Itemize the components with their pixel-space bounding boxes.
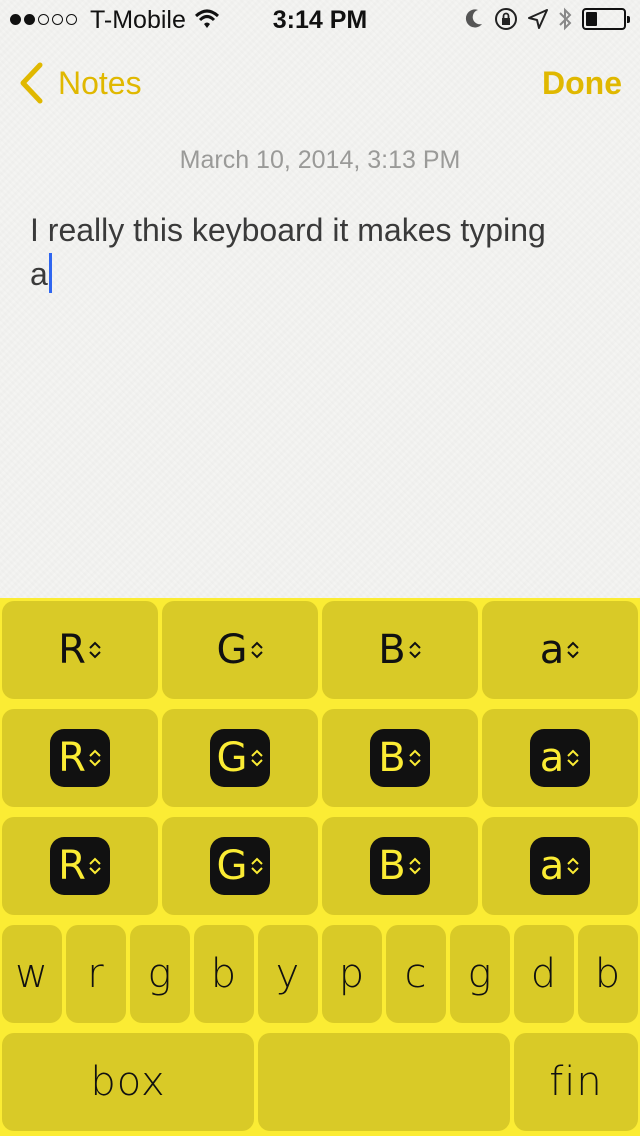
box-key[interactable]: box <box>2 1033 254 1131</box>
key-text-blue-channel[interactable]: B <box>322 709 478 807</box>
letter-key[interactable]: d <box>514 925 574 1023</box>
channel-letter: R <box>58 627 86 673</box>
box-key-label: box <box>90 1059 166 1105</box>
letter-key-label: r <box>87 951 105 997</box>
key-blue-channel[interactable]: B <box>322 601 478 699</box>
key-bg-green-channel[interactable]: G <box>162 817 318 915</box>
channel-pill: G <box>210 837 270 895</box>
channel-letter: G <box>216 627 248 673</box>
text-cursor <box>48 253 52 293</box>
letter-key[interactable]: c <box>386 925 446 1023</box>
fin-key[interactable]: fin <box>514 1033 638 1131</box>
green-channel-label: G <box>217 843 264 889</box>
note-date: March 10, 2014, 3:13 PM <box>179 146 461 174</box>
up-down-arrows-icon <box>566 749 580 767</box>
letter-key-label: y <box>275 951 301 997</box>
channel-pill: R <box>50 729 110 787</box>
fin-key-label: fin <box>549 1059 603 1105</box>
letter-key-label: w <box>15 951 49 997</box>
blue-channel-label: B <box>378 735 421 781</box>
key-bg-red-channel[interactable]: R <box>2 817 158 915</box>
letter-key-label: d <box>530 951 558 997</box>
up-down-arrows-icon <box>250 749 264 767</box>
location-icon <box>528 9 548 29</box>
chevron-left-icon <box>20 62 43 104</box>
channel-pill: a <box>530 837 590 895</box>
letter-key[interactable]: b <box>578 925 638 1023</box>
moon-icon <box>465 9 482 28</box>
channel-letter: a <box>539 735 565 781</box>
channel-pill: R <box>50 837 110 895</box>
key-bg-blue-channel[interactable]: B <box>322 817 478 915</box>
alpha-channel-label: a <box>540 843 581 889</box>
up-down-arrows-icon <box>408 749 422 767</box>
up-down-arrows-icon <box>250 857 264 875</box>
battery-icon <box>582 8 630 30</box>
done-button[interactable]: Done <box>542 65 622 102</box>
back-to-notes-button[interactable]: Notes <box>18 62 142 104</box>
up-down-arrows-icon <box>408 641 422 659</box>
key-text-alpha-channel[interactable]: a <box>482 709 638 807</box>
space-key[interactable] <box>258 1033 510 1131</box>
key-text-green-channel[interactable]: G <box>162 709 318 807</box>
up-down-arrows-icon <box>566 857 580 875</box>
up-down-arrows-icon <box>566 641 580 659</box>
up-down-arrows-icon <box>88 857 102 875</box>
blue-channel-label: B <box>378 627 421 673</box>
channel-letter: B <box>378 627 406 673</box>
channel-letter: R <box>58 735 86 781</box>
up-down-arrows-icon <box>250 641 264 659</box>
key-bg-alpha-channel[interactable]: a <box>482 817 638 915</box>
channel-pill: B <box>370 729 430 787</box>
alpha-channel-label: a <box>540 627 581 673</box>
letter-key[interactable]: g <box>450 925 510 1023</box>
channel-letter: B <box>378 735 406 781</box>
red-channel-label: R <box>58 627 102 673</box>
channel-letter: G <box>216 843 248 889</box>
blue-channel-label: B <box>378 843 421 889</box>
letter-key[interactable]: b <box>194 925 254 1023</box>
bluetooth-icon <box>559 7 572 31</box>
green-channel-label: G <box>217 735 264 781</box>
up-down-arrows-icon <box>408 857 422 875</box>
letter-key-label: c <box>404 951 428 997</box>
status-bar: T-Mobile 3:14 PM <box>0 0 640 40</box>
channel-letter: a <box>539 627 565 673</box>
letter-key-label: g <box>147 951 173 997</box>
letter-key-label: b <box>594 951 622 997</box>
key-text-red-channel[interactable]: R <box>2 709 158 807</box>
channel-letter: B <box>378 843 406 889</box>
key-green-channel[interactable]: G <box>162 601 318 699</box>
alpha-channel-label: a <box>540 735 581 781</box>
channel-pill: a <box>530 729 590 787</box>
up-down-arrows-icon <box>88 749 102 767</box>
note-line: a <box>30 256 48 292</box>
channel-pill: B <box>370 837 430 895</box>
note-line: I really this keyboard it makes typing <box>30 212 546 248</box>
red-channel-label: R <box>58 843 102 889</box>
orientation-lock-icon <box>495 8 517 30</box>
letter-key[interactable]: g <box>130 925 190 1023</box>
status-icons <box>464 7 630 31</box>
letter-key[interactable]: w <box>2 925 62 1023</box>
note-text-area[interactable]: I really this keyboard it makes typing a <box>30 208 610 296</box>
red-channel-label: R <box>58 735 102 781</box>
green-channel-label: G <box>217 627 264 673</box>
letter-key-label: b <box>210 951 238 997</box>
battery-level <box>586 12 597 26</box>
channel-pill: G <box>210 729 270 787</box>
letter-key[interactable]: y <box>258 925 318 1023</box>
letter-key-label: p <box>338 951 366 997</box>
channel-letter: a <box>539 843 565 889</box>
custom-keyboard: R G B a R G B a R G B a w r g b y p c g … <box>0 598 640 1136</box>
letter-key-label: g <box>467 951 493 997</box>
channel-letter: G <box>216 735 248 781</box>
up-down-arrows-icon <box>88 641 102 659</box>
channel-letter: R <box>58 843 86 889</box>
back-label: Notes <box>58 64 142 101</box>
letter-key[interactable]: r <box>66 925 126 1023</box>
letter-key[interactable]: p <box>322 925 382 1023</box>
key-red-channel[interactable]: R <box>2 601 158 699</box>
key-alpha-channel[interactable]: a <box>482 601 638 699</box>
